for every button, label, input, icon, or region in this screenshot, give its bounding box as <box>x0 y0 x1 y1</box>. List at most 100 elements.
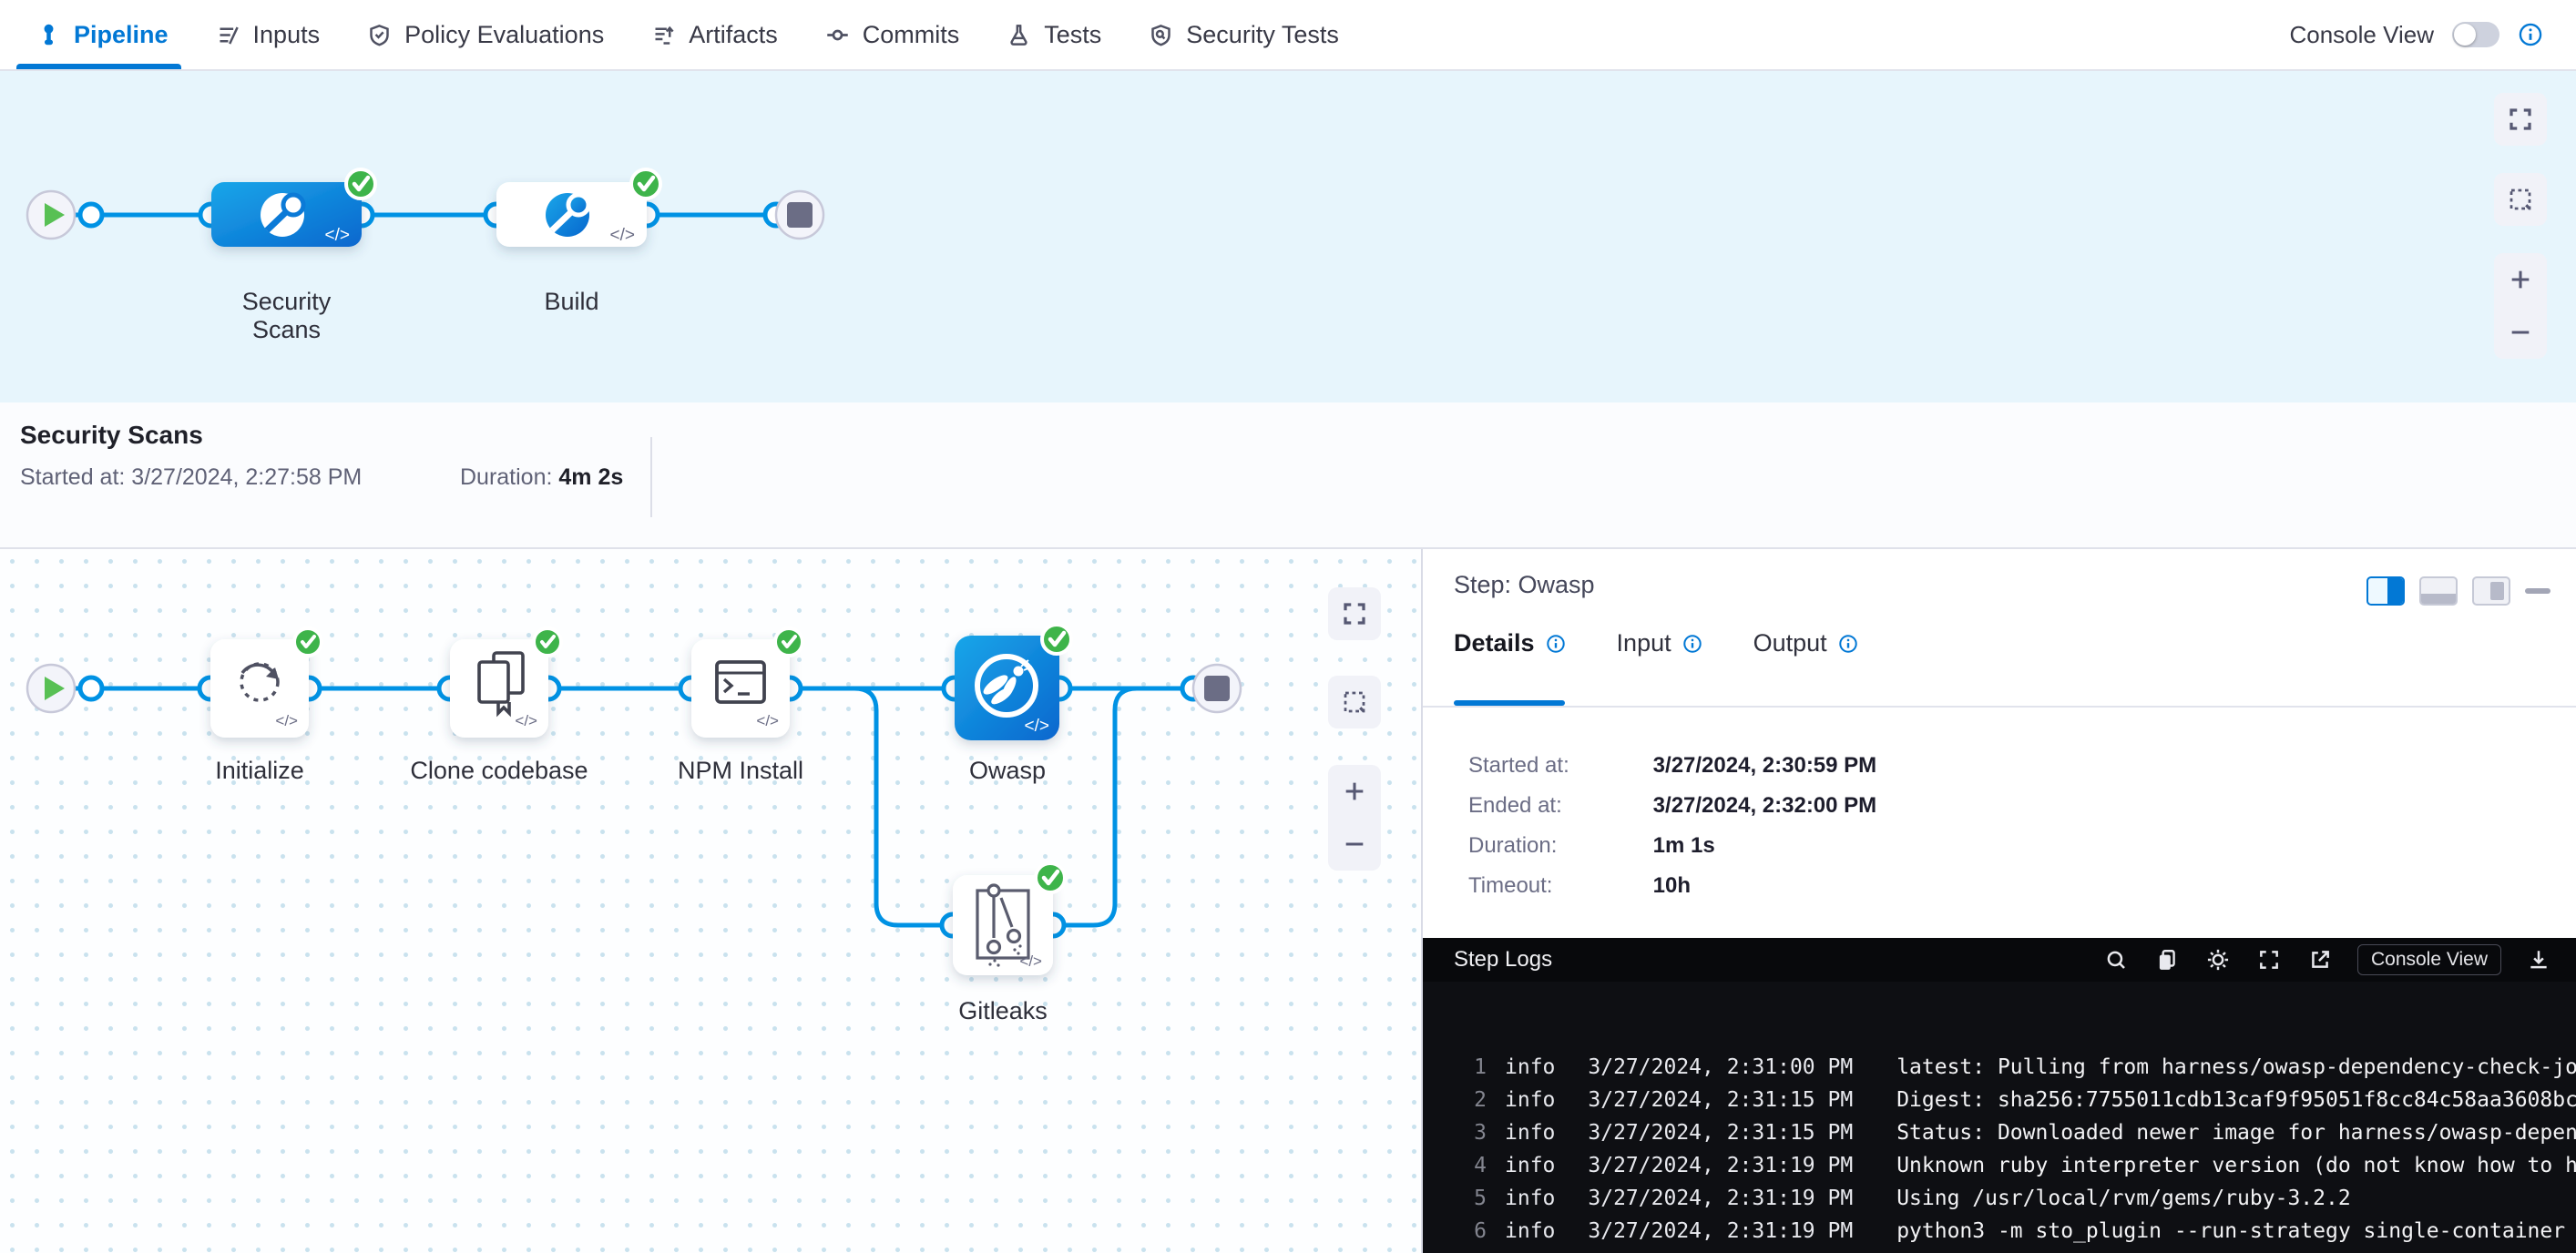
step-fullscreen-button[interactable] <box>1328 587 1381 640</box>
stage-label-security-scans: Security Scans <box>211 288 362 344</box>
tab-policy-evaluations[interactable]: Policy Evaluations <box>367 0 604 69</box>
tab-artifacts[interactable]: Artifacts <box>651 0 778 69</box>
step-start-node <box>27 665 75 712</box>
step-node-gitleaks[interactable]: </> <box>953 863 1065 975</box>
stage-label-build: Build <box>496 288 647 316</box>
stage-select-button[interactable] <box>2494 173 2547 226</box>
tab-label: Policy Evaluations <box>404 21 604 49</box>
tab-input[interactable]: Input <box>1617 629 1702 657</box>
log-level: info <box>1505 1187 1555 1210</box>
stage-graph-canvas[interactable]: </> </> <box>0 71 2576 402</box>
log-message: Using /usr/local/rvm/gems/ruby-3.2.2 <box>1896 1187 2351 1210</box>
pipeline-execution-screen: Pipeline Inputs Policy Evaluations Artif… <box>0 0 2576 1253</box>
stage-node-security-scans[interactable]: </> <box>211 169 375 247</box>
log-line-number: 1 <box>1454 1051 1487 1084</box>
log-output[interactable]: 1info3/27/2024, 2:31:00 PMlatest: Pullin… <box>1423 982 2576 1253</box>
duration-label: Duration: <box>460 464 552 490</box>
log-line: 1info3/27/2024, 2:31:00 PMlatest: Pullin… <box>1454 1051 2576 1084</box>
marquee-select-icon <box>2507 186 2534 213</box>
log-settings-button[interactable] <box>2204 946 2232 973</box>
tab-tests[interactable]: Tests <box>1007 0 1101 69</box>
stage-fullscreen-button[interactable] <box>2494 93 2547 146</box>
code-icon: </> <box>756 712 779 729</box>
zoom-in-icon[interactable] <box>2508 267 2533 292</box>
top-navigation: Pipeline Inputs Policy Evaluations Artif… <box>0 0 2576 71</box>
fullscreen-icon <box>1341 600 1368 627</box>
log-timestamp: 3/27/2024, 2:31:15 PM <box>1588 1088 1853 1112</box>
log-message: Digest: sha256:7755011cdb13caf9f95051f8c… <box>1896 1088 2576 1112</box>
tab-label: Details <box>1454 629 1535 657</box>
step-label-owasp: Owasp <box>916 757 1099 785</box>
pipeline-icon <box>36 23 61 47</box>
detail-label: Started at: <box>1468 753 1647 779</box>
log-open-new-tab-button[interactable] <box>2306 946 2334 973</box>
search-icon <box>2104 948 2128 972</box>
stage-node-build[interactable]: </> <box>496 169 660 247</box>
layout-right-panel-button[interactable] <box>2366 576 2405 606</box>
step-node-owasp[interactable]: </> <box>955 625 1071 740</box>
tab-label: Pipeline <box>74 21 169 49</box>
zoom-out-icon[interactable] <box>1342 831 1367 857</box>
tabs-divider <box>1423 706 2576 708</box>
zoom-in-icon[interactable] <box>1342 779 1367 804</box>
code-icon: </> <box>610 226 635 245</box>
duration-value: 4m 2s <box>558 464 623 490</box>
detail-row-ended-at: Ended at: 3/27/2024, 2:32:00 PM <box>1468 793 1876 819</box>
console-view-toggle[interactable] <box>2452 22 2499 47</box>
tab-details[interactable]: Details <box>1454 629 1566 657</box>
panel-layout-controls <box>2366 576 2550 606</box>
tab-security-tests[interactable]: Security Tests <box>1149 0 1339 69</box>
tab-label: Commits <box>863 21 960 49</box>
tab-commits[interactable]: Commits <box>825 0 960 69</box>
layout-floating-panel-button[interactable] <box>2472 576 2510 606</box>
log-copy-button[interactable] <box>2153 946 2181 973</box>
toggle-knob <box>2454 24 2476 46</box>
step-node-npm-install[interactable]: </> <box>691 628 802 738</box>
success-badge <box>775 628 802 656</box>
policy-shield-icon <box>367 23 392 47</box>
stage-start-node <box>27 191 75 239</box>
stage-graph: </> </> <box>0 71 2576 402</box>
console-view-button[interactable]: Console View <box>2357 944 2501 975</box>
log-message: python3 -m sto_plugin --run-strategy sin… <box>1896 1219 2565 1243</box>
log-level: info <box>1505 1154 1555 1177</box>
marquee-select-icon <box>1341 688 1368 716</box>
log-line-number: 6 <box>1454 1215 1487 1248</box>
step-select-button[interactable] <box>1328 676 1381 728</box>
inputs-icon <box>216 23 240 47</box>
panel-title: Step: Owasp <box>1454 571 1595 599</box>
tab-inputs[interactable]: Inputs <box>216 0 321 69</box>
log-timestamp: 3/27/2024, 2:31:00 PM <box>1588 1055 1853 1079</box>
tab-label: Inputs <box>253 21 321 49</box>
tab-output[interactable]: Output <box>1753 629 1858 657</box>
detail-label: Timeout: <box>1468 873 1647 899</box>
stage-zoom-controls <box>2494 253 2547 359</box>
tab-label: Tests <box>1044 21 1101 49</box>
tab-pipeline[interactable]: Pipeline <box>36 0 169 69</box>
detail-row-started-at: Started at: 3/27/2024, 2:30:59 PM <box>1468 753 1876 779</box>
info-icon[interactable] <box>2518 22 2543 47</box>
step-end-node <box>1193 665 1241 712</box>
stage-info-bar: Security Scans Started at: 3/27/2024, 2:… <box>0 402 2576 549</box>
zoom-out-icon[interactable] <box>2508 320 2533 345</box>
layout-bottom-panel-button[interactable] <box>2419 576 2458 606</box>
log-timestamp: 3/27/2024, 2:31:15 PM <box>1588 1121 1853 1145</box>
log-line: 2info3/27/2024, 2:31:15 PMDigest: sha256… <box>1454 1084 2576 1116</box>
flask-icon <box>1007 23 1031 47</box>
code-icon: </> <box>1025 717 1049 736</box>
minimize-panel-button[interactable] <box>2525 588 2550 594</box>
layout-fill <box>2421 594 2456 604</box>
step-details-panel: Step: Owasp Details Input Output <box>1421 549 2576 1253</box>
step-node-clone-codebase[interactable]: </> <box>450 628 561 738</box>
log-line: 3info3/27/2024, 2:31:15 PMStatus: Downlo… <box>1454 1116 2576 1149</box>
success-badge <box>534 628 561 656</box>
step-graph-canvas[interactable]: </> </> <box>0 549 1421 1253</box>
log-search-button[interactable] <box>2102 946 2130 973</box>
log-download-button[interactable] <box>2525 946 2552 973</box>
step-node-initialize[interactable]: </> <box>210 628 322 738</box>
log-fullscreen-button[interactable] <box>2255 946 2283 973</box>
nav-right-controls: Console View <box>2289 21 2543 49</box>
tab-label: Artifacts <box>689 21 778 49</box>
stage-info-title: Security Scans <box>20 421 203 450</box>
panel-tabs: Details Input Output <box>1454 629 1858 657</box>
